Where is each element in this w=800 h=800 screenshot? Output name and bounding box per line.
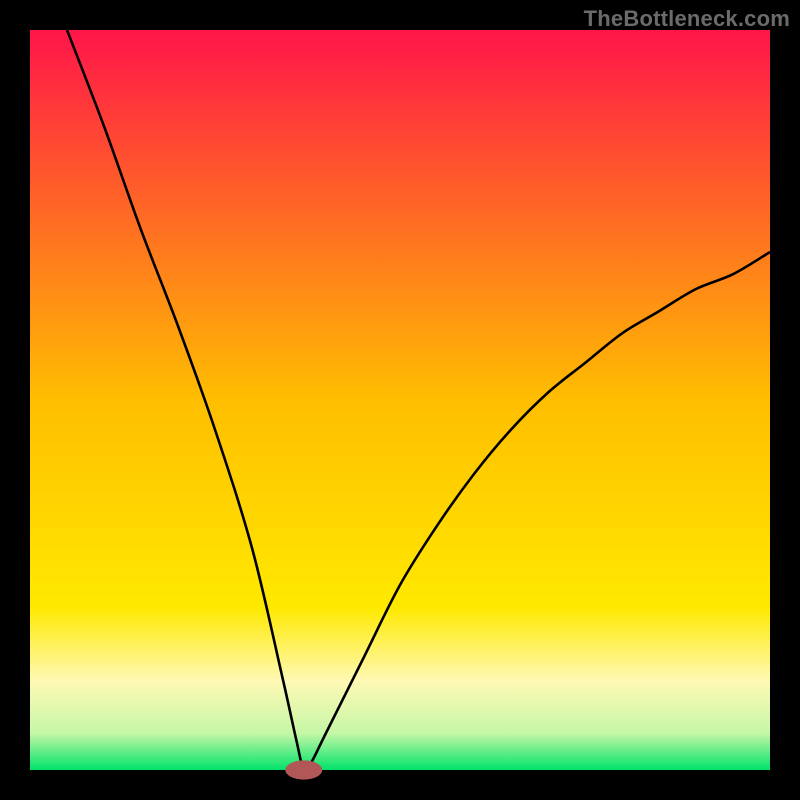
chart-container: TheBottleneck.com — [0, 0, 800, 800]
optimum-marker — [285, 760, 322, 779]
bottleneck-chart — [0, 0, 800, 800]
plot-background — [30, 30, 770, 770]
